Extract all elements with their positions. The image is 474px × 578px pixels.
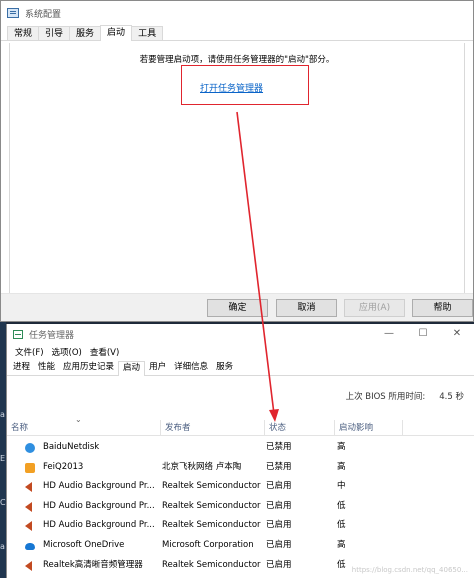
onedrive-icon [25,542,35,550]
startup-hint-text: 若要管理启动项，请使用任务管理器的"启动"部分。 [139,55,335,65]
bios-time: 上次 BIOS 所用时间: 4.5 秒 [346,390,464,402]
column-startup-impact[interactable]: 启动影响 [335,420,403,436]
menu-options[interactable]: 选项(O) [48,346,86,358]
ok-button[interactable]: 确定 [207,299,268,317]
cell-name: HD Audio Background Pr... [43,520,155,531]
speaker-icon [25,482,32,493]
tab-general[interactable]: 常规 [7,26,40,40]
cell-impact: 高 [337,442,346,452]
cell-impact: 高 [337,539,346,550]
cell-name: Realtek高清晰音频管理器 [43,559,143,570]
tab-boot[interactable]: 引导 [38,26,71,40]
menu-view[interactable]: 查看(V) [86,346,123,358]
column-name[interactable]: 名称 [7,420,161,436]
cell-publisher: Microsoft Corporation [162,539,254,550]
open-task-manager-link[interactable]: 打开任务管理器 [200,81,263,94]
cell-impact: 中 [337,481,346,492]
table-row[interactable]: BaiduNetdisk 已禁用 高 [7,438,474,458]
column-publisher[interactable]: 发布者 [161,420,265,436]
help-button[interactable]: 帮助 [412,299,473,317]
startup-table-body: BaiduNetdisk 已禁用 高 FeiQ2013 北京飞秋网络 卢本陶 已… [7,438,474,575]
menu-file[interactable]: 文件(F) [11,346,48,358]
tab-users[interactable]: 用户 [145,361,170,375]
cell-status: 已启用 [266,539,292,550]
speaker-icon [25,560,32,571]
cell-status: 已禁用 [266,442,292,452]
tab-startup[interactable]: 启动 [100,25,133,41]
cell-publisher: 北京飞秋网络 卢本陶 [162,461,242,472]
close-icon[interactable]: ✕ [440,324,474,344]
cloud-icon [25,443,35,453]
cell-publisher: Realtek Semiconductor [162,481,261,492]
tab-services[interactable]: 服务 [69,26,102,40]
cancel-button[interactable]: 取消 [276,299,337,317]
cell-name: HD Audio Background Pr... [43,500,155,511]
speaker-icon [25,501,32,512]
table-row[interactable]: HD Audio Background Pr... Realtek Semico… [7,516,474,536]
window-controls: — ☐ ✕ [372,324,474,344]
cell-impact: 低 [337,520,346,531]
task-manager-icon [13,329,23,339]
tab-startup[interactable]: 启动 [118,361,146,376]
tab-processes[interactable]: 进程 [9,361,34,375]
watermark-text: https://blog.csdn.net/qq_40650... [351,566,468,574]
cell-publisher [162,438,266,458]
msconfig-window: 系统配置 常规 引导 服务 启动 工具 若要管理启动项，请使用任务管理器的"启动… [0,0,474,322]
column-status[interactable]: 状态 [265,420,335,436]
cell-impact: 低 [337,500,346,511]
desktop-edge-char: E [0,454,6,463]
cell-name: FeiQ2013 [43,461,84,472]
table-row[interactable]: HD Audio Background Pr... Realtek Semico… [7,497,474,517]
cell-impact: 高 [337,461,346,472]
cell-status: 已启用 [266,481,292,492]
desktop-edge-char: C [0,498,6,507]
cell-status: 已启用 [266,559,292,570]
desktop-edge-char: a [0,542,5,551]
tab-app-history[interactable]: 应用历史记录 [59,361,118,375]
msconfig-button-bar: 确定 取消 应用(A) 帮助 [1,293,473,321]
bios-time-label: 上次 BIOS 所用时间: [345,392,426,402]
feiq-icon [25,462,35,473]
startup-table-header: 名称 发布者 状态 启动影响 [7,420,474,436]
cell-name: HD Audio Background Pr... [43,481,155,492]
msconfig-titlebar[interactable]: 系统配置 [1,1,473,25]
task-manager-window: 任务管理器 — ☐ ✕ 文件(F) 选项(O) 查看(V) 进程 性能 应用历史… [6,324,474,578]
tab-performance[interactable]: 性能 [34,361,59,375]
msconfig-tabs: 常规 引导 服务 启动 工具 [1,25,473,41]
maximize-icon[interactable]: ☐ [406,324,440,344]
task-manager-titlebar[interactable]: 任务管理器 — ☐ ✕ [7,324,474,344]
cell-status: 已启用 [266,500,292,511]
table-row[interactable]: Microsoft OneDrive Microsoft Corporation… [7,536,474,556]
task-manager-title: 任务管理器 [29,330,75,341]
table-row[interactable]: HD Audio Background Pr... Realtek Semico… [7,477,474,497]
cell-publisher: Realtek Semiconductor [162,559,261,570]
task-manager-tabs: 进程 性能 应用历史记录 启动 用户 详细信息 服务 [7,360,474,376]
msconfig-title: 系统配置 [25,9,62,20]
cell-publisher: Realtek Semiconductor [162,500,261,511]
task-manager-menubar: 文件(F) 选项(O) 查看(V) [7,344,474,360]
speaker-icon [25,521,32,532]
cell-name: Microsoft OneDrive [43,539,125,550]
minimize-icon[interactable]: — [372,324,406,344]
startup-tab-panel: 若要管理启动项，请使用任务管理器的"启动"部分。 打开任务管理器 [9,43,465,295]
bios-time-value: 4.5 秒 [439,392,464,402]
cell-status: 已启用 [266,520,292,531]
msconfig-app-icon [7,8,19,18]
tab-details[interactable]: 详细信息 [170,361,212,375]
cell-status: 已禁用 [266,461,292,472]
tab-services[interactable]: 服务 [212,361,237,375]
tab-tools[interactable]: 工具 [131,26,164,40]
cell-name: BaiduNetdisk [43,442,100,452]
cell-publisher: Realtek Semiconductor [162,520,261,531]
table-row[interactable]: FeiQ2013 北京飞秋网络 卢本陶 已禁用 高 [7,458,474,478]
apply-button[interactable]: 应用(A) [344,299,405,317]
desktop-edge-char: a [0,410,5,419]
